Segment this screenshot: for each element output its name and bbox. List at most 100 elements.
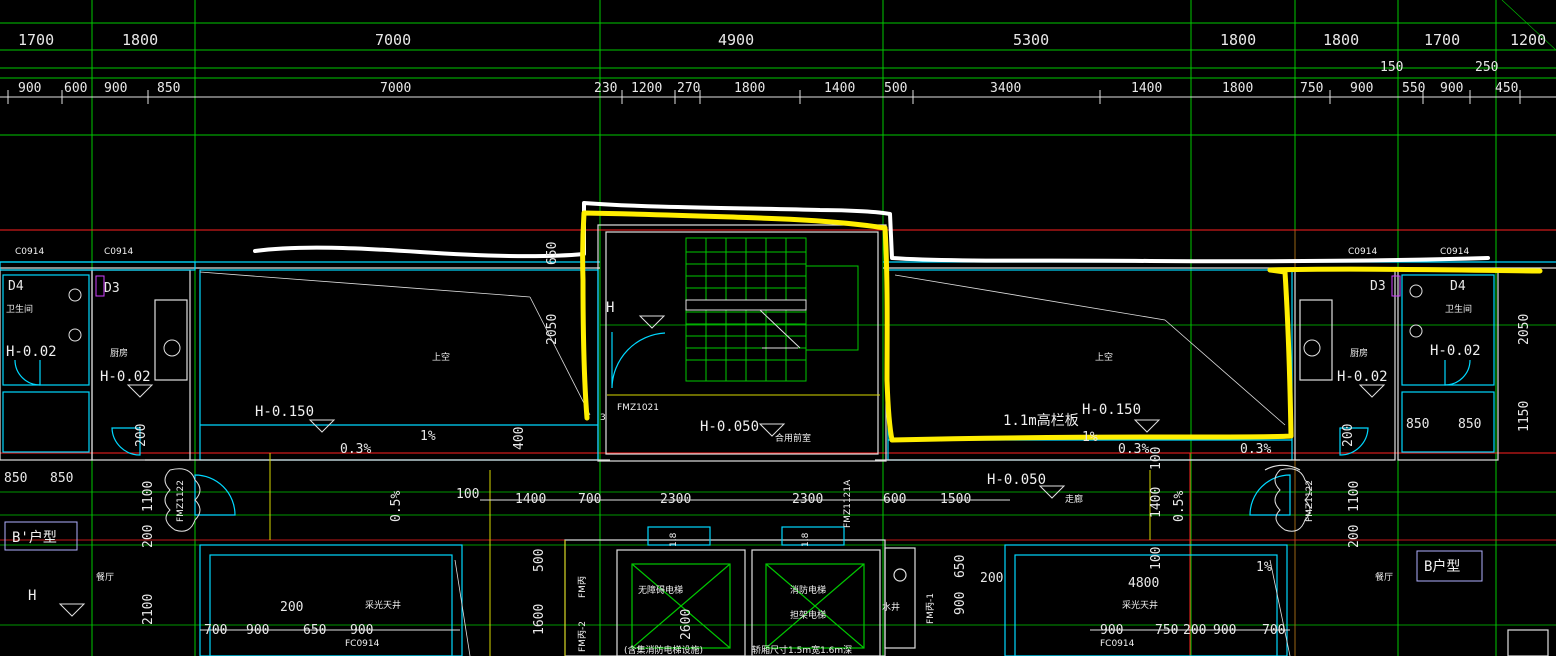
level-label: H-0.02 (100, 369, 151, 385)
level-label: H-0.02 (6, 344, 57, 360)
elevator-door-1 (647, 526, 711, 546)
v-dim: 1100 (1347, 481, 1362, 512)
dim: 1200 (631, 81, 662, 96)
dim: 700 (1262, 623, 1285, 638)
room-label: 上空 (1095, 351, 1113, 363)
v-dim: 650 (953, 555, 968, 578)
v-dim: 500 (532, 549, 547, 572)
dim: 600 (883, 492, 906, 507)
top-dim: 4900 (718, 31, 754, 49)
v-dim: 900 (953, 592, 968, 615)
level-label: H-0.050 (987, 472, 1046, 488)
level-label: H-0.02 (1337, 369, 1388, 385)
door-code: FMZ1122 (1305, 480, 1315, 522)
door-code: FC0914 (345, 639, 380, 649)
dim: 2300 (792, 492, 823, 507)
dim: 1400 (1131, 81, 1162, 96)
fixture-icon (1409, 284, 1423, 298)
door-swing (1444, 359, 1471, 386)
slope-label: 0.5% (1172, 491, 1187, 522)
dim: 850 (1406, 417, 1429, 432)
top-dim: 1800 (122, 31, 158, 49)
stair-divider (685, 299, 807, 311)
dim: 600 (64, 81, 87, 96)
v-dim: 100 (1149, 547, 1164, 570)
room-label: 采光天井 (365, 599, 401, 611)
room-label: 合用前室 (775, 432, 811, 444)
kitchen-counter (1299, 299, 1333, 381)
grid-lines (0, 0, 1556, 656)
level-label: H (606, 300, 614, 316)
room-label: 餐厅 (1375, 571, 1393, 583)
dim: 1.8 (801, 532, 811, 547)
dim: 200 (280, 600, 303, 615)
landing (805, 265, 859, 351)
dim: 700 (578, 492, 601, 507)
v-dim: 200 (1341, 424, 1356, 447)
dim: 1400 (824, 81, 855, 96)
dim: 550 (1402, 81, 1425, 96)
fixture-icon (68, 288, 82, 302)
dim: 900 (246, 623, 269, 638)
level-label: H-0.150 (1082, 402, 1141, 418)
dim: 700 (204, 623, 227, 638)
cad-drawing-canvas[interactable]: 1700 1800 7000 4900 5300 1800 1800 1700 … (0, 0, 1556, 656)
door-swing (1249, 474, 1291, 516)
dim: 270 (677, 81, 700, 96)
room-label: 餐厅 (96, 571, 114, 583)
dim: 900 (18, 81, 41, 96)
yellow-markup-outline (580, 210, 1294, 443)
bath-left-inner2 (2, 391, 90, 453)
void-diagonal (894, 274, 1166, 321)
v-dim: 1150 (1517, 401, 1532, 432)
dim: 3400 (990, 81, 1021, 96)
room-label: 水井 (882, 601, 900, 613)
corner-symbol (1507, 629, 1549, 656)
dim: 900 (1440, 81, 1463, 96)
room-label: 轿厢尺寸1.5m宽1.6m深 (752, 644, 852, 656)
dim: 650 (303, 623, 326, 638)
v-dim: 200 (141, 525, 156, 548)
void-diagonal (1164, 319, 1286, 426)
window-labels: C0914 C0914 C0914 C0914 D4 D3 D3 D4 (8, 247, 1469, 296)
door-code: FM丙 (577, 576, 588, 598)
top-dimension-row: 1700 1800 7000 4900 5300 1800 1800 1700 … (18, 31, 1546, 49)
void-left-edge (199, 269, 599, 461)
dim: 850 (50, 471, 73, 486)
window-label: C0914 (1440, 247, 1469, 257)
door-code: FM丙-1 (925, 593, 936, 624)
window-label: C0914 (104, 247, 133, 257)
light-well-left (199, 544, 463, 656)
slope-label: 0.5% (389, 491, 404, 522)
dim: 1800 (1222, 81, 1253, 96)
v-dim: 200 (134, 424, 149, 447)
door-swing (611, 332, 666, 389)
level-triangle-icon (126, 384, 154, 398)
room-label: 卫生间 (1445, 303, 1472, 315)
v-dim: 1400 (1149, 487, 1164, 518)
room-label: 上空 (432, 351, 450, 363)
door-code: FMZ1021 (617, 403, 659, 413)
light-well-left-inner (209, 554, 453, 656)
door-swing (194, 474, 236, 516)
staircase (685, 237, 859, 382)
v-dim: 100 (1149, 447, 1164, 470)
level-label: H-0.050 (700, 419, 759, 435)
door-tag: D4 (8, 279, 24, 294)
elevator-shaft-2 (751, 549, 881, 656)
room-labels: 卫生间 厨房 上空 上空 厨房 卫生间 合用前室 走廊 餐厅 餐厅 采光天井 采… (6, 303, 1472, 656)
dim: 250 (1475, 60, 1498, 75)
top-dim: 7000 (375, 31, 411, 49)
slope-label: 0.3% (340, 442, 371, 457)
dim: 100 (456, 487, 479, 502)
marker (1391, 275, 1401, 297)
dim: 1400 (515, 492, 546, 507)
v-dim: 2100 (141, 594, 156, 625)
room-label: 采光天井 (1122, 599, 1158, 611)
room-label: 无障碍电梯 (638, 584, 683, 596)
room-label: 卫生间 (6, 303, 33, 315)
slope-label: 0.3% (1240, 442, 1271, 457)
level-label: H-0.150 (255, 404, 314, 420)
dim: 450 (1495, 81, 1518, 96)
dim: 1500 (940, 492, 971, 507)
